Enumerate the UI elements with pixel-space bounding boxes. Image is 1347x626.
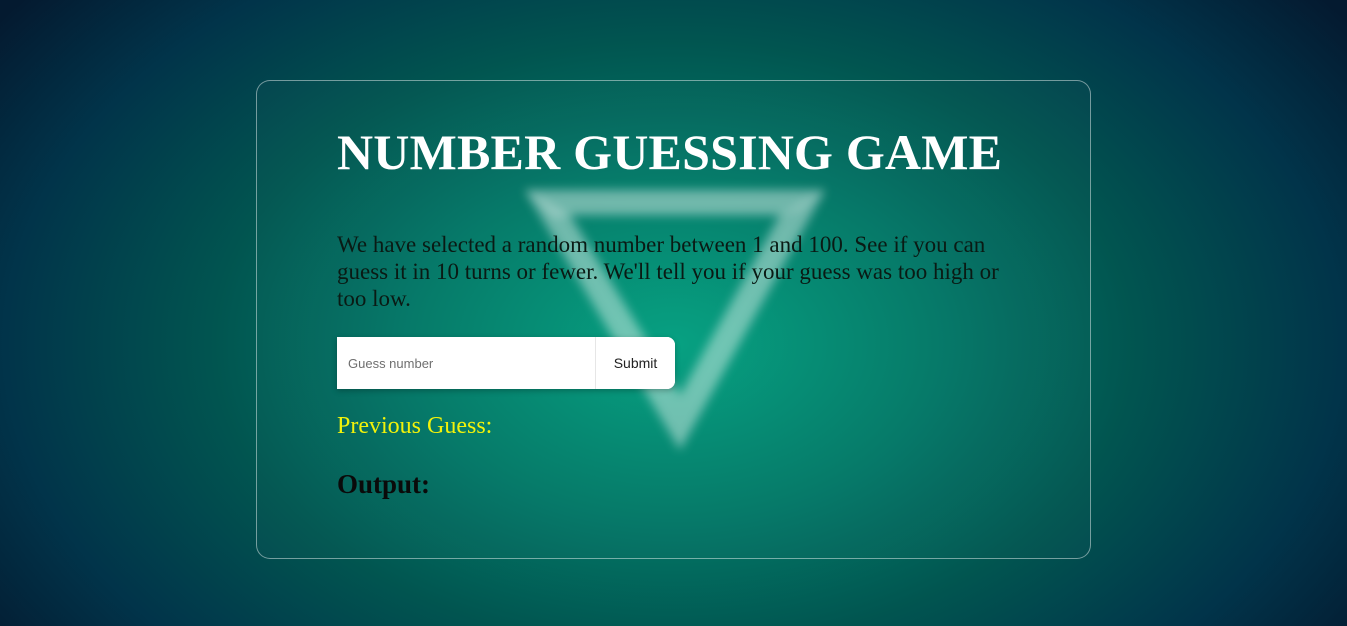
previous-guess-label: Previous Guess:	[337, 413, 493, 439]
game-description: We have selected a random number between…	[337, 232, 999, 311]
guess-form: Submit	[337, 337, 675, 389]
guess-input[interactable]	[337, 337, 596, 389]
page-title: NUMBER GUESSING GAME	[337, 124, 1003, 180]
submit-button[interactable]: Submit	[596, 337, 675, 389]
output-label: Output:	[337, 469, 431, 499]
